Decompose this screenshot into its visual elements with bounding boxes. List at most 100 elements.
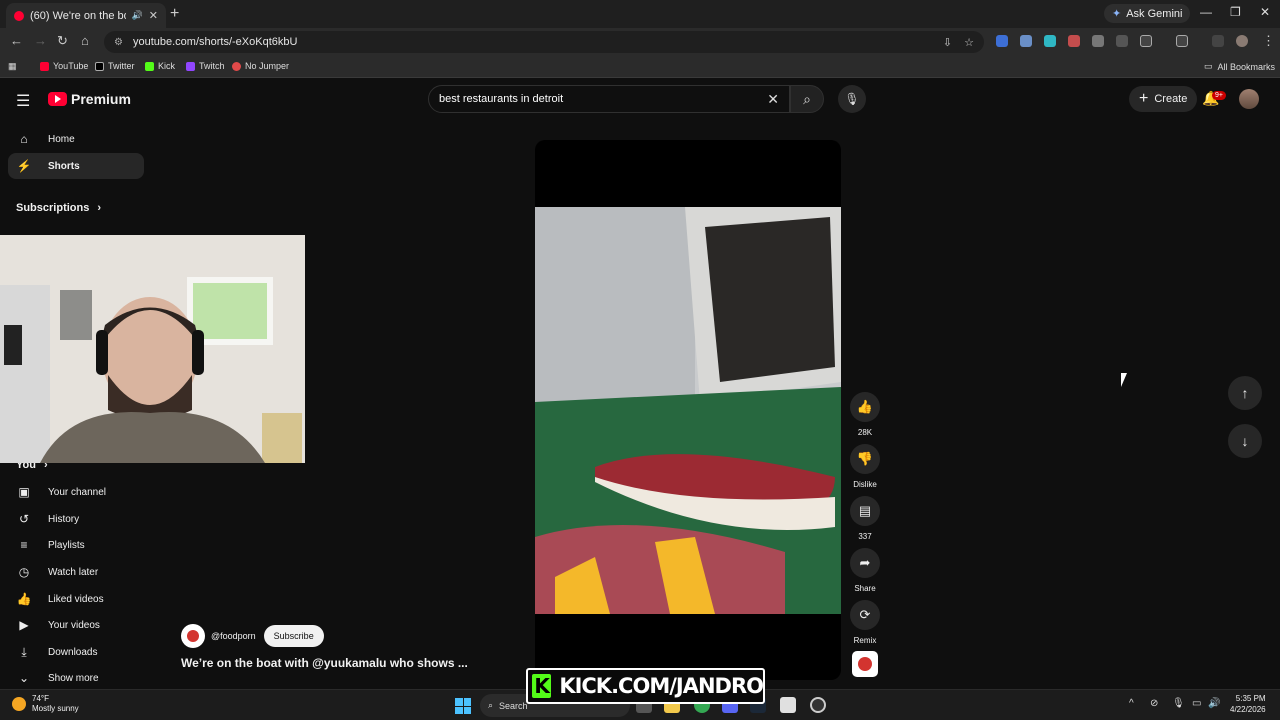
search-input[interactable]: best restaurants in detroit ✕ <box>428 85 790 113</box>
account-avatar[interactable] <box>1239 89 1259 109</box>
sidebar-item-label: Your channel <box>48 486 107 498</box>
bookmark-nojumper[interactable]: No Jumper <box>232 61 289 71</box>
dislike-label: Dislike <box>853 480 877 489</box>
youtube-favicon-icon <box>14 10 24 21</box>
volume-icon[interactable]: 🔊 <box>1208 698 1220 709</box>
minimize-icon[interactable]: — <box>1200 5 1212 19</box>
address-text: youtube.com/shorts/-eXoKqt6kbU <box>132 36 298 48</box>
kebab-menu-icon[interactable]: ⋮ <box>1262 33 1275 49</box>
obs-icon[interactable] <box>810 697 826 713</box>
search-button[interactable]: ⌕ <box>790 85 824 113</box>
clock-time: 5:35 PM <box>1235 694 1266 703</box>
history-icon: ↺ <box>18 512 30 526</box>
side-panel-icon[interactable] <box>1176 35 1188 47</box>
speaker-icon[interactable]: 🔊 <box>132 10 143 21</box>
share-button[interactable]: ➦ Share <box>848 548 882 593</box>
forward-icon[interactable]: → <box>34 33 47 48</box>
windows-start-icon[interactable] <box>455 698 471 714</box>
sidebar-item-label: Playlists <box>48 539 85 551</box>
channel-name[interactable]: @foodporn <box>211 631 256 641</box>
playlist-icon: ≡ <box>20 538 28 552</box>
tray-overflow-icon[interactable]: ^ <box>1129 698 1134 709</box>
microphone-tray-icon[interactable]: 🎙 <box>1172 698 1185 709</box>
create-button[interactable]: + Create <box>1129 86 1198 112</box>
comments-button[interactable]: ▤ 337 <box>848 496 882 541</box>
dislike-button[interactable]: 👎 Dislike <box>848 444 882 489</box>
profile-avatar[interactable] <box>1236 35 1248 47</box>
extension-icon[interactable] <box>996 35 1008 47</box>
sidebar-item-label: Your videos <box>48 619 100 631</box>
bookmark-kick[interactable]: Kick <box>145 61 175 71</box>
extension-icon[interactable] <box>1044 35 1056 47</box>
sound-thumbnail[interactable] <box>852 651 878 677</box>
remix-icon: ⟳ <box>850 600 880 630</box>
hamburger-menu-icon[interactable]: ☰ <box>16 91 30 111</box>
extension-icon[interactable] <box>1068 35 1080 47</box>
create-label: Create <box>1154 93 1188 105</box>
taskbar-clock[interactable]: 5:35 PM 4/22/2026 <box>1230 694 1266 716</box>
weather-widget[interactable]: 74°F Mostly sunny <box>12 694 79 713</box>
remix-button[interactable]: ⟳ Remix <box>848 600 882 645</box>
close-window-icon[interactable]: ✕ <box>1260 5 1270 19</box>
webcam-overlay <box>0 235 305 463</box>
subscriptions-heading[interactable]: Subscriptions › <box>16 202 101 214</box>
extension-icon[interactable] <box>1020 35 1032 47</box>
new-tab-button[interactable]: + <box>170 5 179 23</box>
display-icon[interactable]: ▭ <box>1192 698 1201 709</box>
microphone-icon: 🎙 <box>844 92 860 106</box>
kick-icon <box>145 61 154 71</box>
subscribe-button[interactable]: Subscribe <box>263 625 324 647</box>
mouse-cursor-icon <box>1121 373 1127 387</box>
all-bookmarks-button[interactable]: ▭ All Bookmarks <box>1204 61 1275 72</box>
install-app-icon[interactable]: ⇩ <box>943 36 952 49</box>
bookmarks-bar: ▦ YouTube Twitter Kick Twitch No Jumper … <box>0 56 1280 78</box>
sidebar-item-history[interactable]: ↺ History <box>8 506 144 532</box>
video-frame[interactable] <box>535 207 841 614</box>
bookmark-twitch[interactable]: Twitch <box>186 61 225 71</box>
extension-icon[interactable] <box>1116 35 1128 47</box>
next-short-button[interactable]: ↓ <box>1228 424 1262 458</box>
site-info-icon[interactable]: ⚙ <box>114 37 123 48</box>
sidebar-item-label: Home <box>48 133 75 145</box>
clear-search-icon[interactable]: ✕ <box>767 91 779 108</box>
sidebar-item-your-videos[interactable]: ▶ Your videos <box>8 612 144 638</box>
home-browser-icon[interactable]: ⌂ <box>81 33 89 48</box>
browser-tab[interactable]: (60) We're on the boat with 🔊 ✕ <box>6 3 166 28</box>
reload-icon[interactable]: ↻ <box>57 33 68 49</box>
bookmark-youtube[interactable]: YouTube <box>40 61 88 71</box>
apps-grid-icon[interactable]: ▦ <box>8 61 17 72</box>
back-icon[interactable]: ← <box>10 33 23 48</box>
restore-icon[interactable]: ❐ <box>1230 5 1241 19</box>
channel-avatar[interactable] <box>181 624 205 648</box>
extension-icon[interactable] <box>1092 35 1104 47</box>
media-control-icon[interactable] <box>1212 35 1224 47</box>
bookmark-star-icon[interactable]: ☆ <box>964 36 974 49</box>
address-bar[interactable]: ⚙ youtube.com/shorts/-eXoKqt6kbU ⇩ ☆ <box>104 31 984 53</box>
close-tab-icon[interactable]: ✕ <box>149 9 158 22</box>
sidebar-item-shorts[interactable]: ⚡ Shorts <box>8 153 144 179</box>
thumbs-up-icon: 👍 <box>16 592 32 606</box>
shorts-player[interactable] <box>535 140 841 680</box>
previous-short-button[interactable]: ↑ <box>1228 376 1262 410</box>
sidebar-item-liked-videos[interactable]: 👍 Liked videos <box>8 586 144 612</box>
sidebar-item-downloads[interactable]: ⤓ Downloads <box>8 639 144 665</box>
short-title[interactable]: We’re on the boat with @yuukamalu who sh… <box>181 656 468 670</box>
app-icon[interactable] <box>780 697 796 713</box>
network-icon[interactable]: ⊘ <box>1150 698 1158 709</box>
sidebar-item-home[interactable]: ⌂ Home <box>8 126 144 152</box>
search-icon: ⌕ <box>803 90 811 107</box>
youtube-premium-logo[interactable]: Premium <box>48 91 131 107</box>
puzzle-extensions-icon[interactable] <box>1140 35 1152 47</box>
voice-search-button[interactable]: 🎙 <box>838 85 866 113</box>
sidebar-item-watch-later[interactable]: ◷ Watch later <box>8 559 144 585</box>
ask-gemini-button[interactable]: ✦ Ask Gemini <box>1104 4 1191 23</box>
bookmark-label: Twitter <box>108 61 135 71</box>
folder-icon: ▭ <box>1204 61 1213 71</box>
weather-desc: Mostly sunny <box>32 703 79 713</box>
bookmark-twitter[interactable]: Twitter <box>95 61 135 71</box>
sidebar-item-show-more[interactable]: ⌄ Show more <box>8 665 144 691</box>
sidebar-item-your-channel[interactable]: ▣ Your channel <box>8 479 144 505</box>
sidebar-item-playlists[interactable]: ≡ Playlists <box>8 532 144 558</box>
subscriptions-label: Subscriptions <box>16 202 90 214</box>
like-button[interactable]: 👍 28K <box>848 392 882 437</box>
